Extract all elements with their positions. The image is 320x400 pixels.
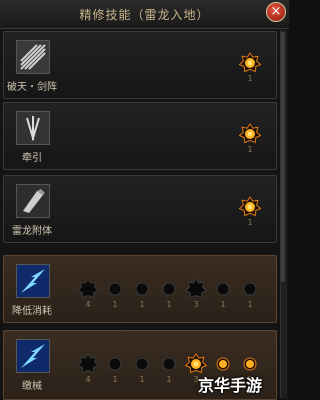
- close-button[interactable]: ×: [266, 2, 286, 22]
- refine-slot[interactable]: 3: [184, 278, 208, 309]
- skill-row: 破天・剑阵 1: [3, 31, 277, 99]
- skill-name: 破天・剑阵: [7, 82, 57, 93]
- refine-slot[interactable]: 1: [238, 196, 262, 227]
- refine-slot[interactable]: 1: [211, 278, 235, 309]
- skill-name: 雷龙附体: [12, 226, 52, 237]
- slot-count: 4: [85, 300, 91, 309]
- refine-slot[interactable]: 1: [238, 52, 262, 83]
- skill-row: 雷龙附体 1: [3, 175, 277, 243]
- refine-slot[interactable]: 1: [238, 123, 262, 154]
- skill-name: 牵引: [22, 153, 42, 164]
- scrollbar-thumb[interactable]: [281, 32, 285, 282]
- refine-slot[interactable]: 4: [76, 278, 100, 309]
- slot-count: 1: [139, 375, 145, 384]
- skill-name: 缴械: [22, 381, 42, 392]
- slot-count: 1: [247, 145, 253, 154]
- slot-count: 1: [247, 74, 253, 83]
- refine-slot[interactable]: 1: [103, 353, 127, 384]
- slot-count: 1: [166, 375, 172, 384]
- window-title: 精修技能（雷龙入地）: [79, 8, 210, 22]
- blade-array-icon[interactable]: [16, 40, 50, 74]
- slot-count: 4: [85, 375, 91, 384]
- slot-count: 1: [112, 375, 118, 384]
- slot-count: 1: [220, 300, 226, 309]
- refine-slot[interactable]: 4: [76, 353, 100, 384]
- slot-count: 1: [247, 300, 253, 309]
- refine-slot[interactable]: 1: [157, 278, 181, 309]
- refine-slot[interactable]: 1: [130, 278, 154, 309]
- slot-count: 3: [193, 300, 199, 309]
- skill-name: 降低消耗: [12, 306, 52, 317]
- refine-slot[interactable]: 1: [157, 353, 181, 384]
- title-bar: 精修技能（雷龙入地） ×: [0, 0, 289, 29]
- thunder-dragon-icon[interactable]: [16, 184, 50, 218]
- lightning-blue-icon[interactable]: [16, 264, 50, 298]
- watermark: 京华手游: [198, 376, 263, 395]
- pull-icon[interactable]: [16, 111, 50, 145]
- refine-slot[interactable]: 1: [130, 353, 154, 384]
- slot-count: 1: [112, 300, 118, 309]
- slot-count: 1: [247, 218, 253, 227]
- skill-row: 牵引 1: [3, 102, 277, 170]
- refine-slot[interactable]: 1: [103, 278, 127, 309]
- skill-refine-panel: 精修技能（雷龙入地） × 破天・剑阵 1 牵引 1 雷龙附体 1 降低消耗 4 …: [0, 0, 289, 400]
- lightning-blue-icon[interactable]: [16, 339, 50, 373]
- refine-slot[interactable]: 1: [238, 278, 262, 309]
- slot-count: 1: [139, 300, 145, 309]
- skill-row: 降低消耗 4 1 1 1 3 1 1: [3, 255, 277, 323]
- slot-count: 1: [166, 300, 172, 309]
